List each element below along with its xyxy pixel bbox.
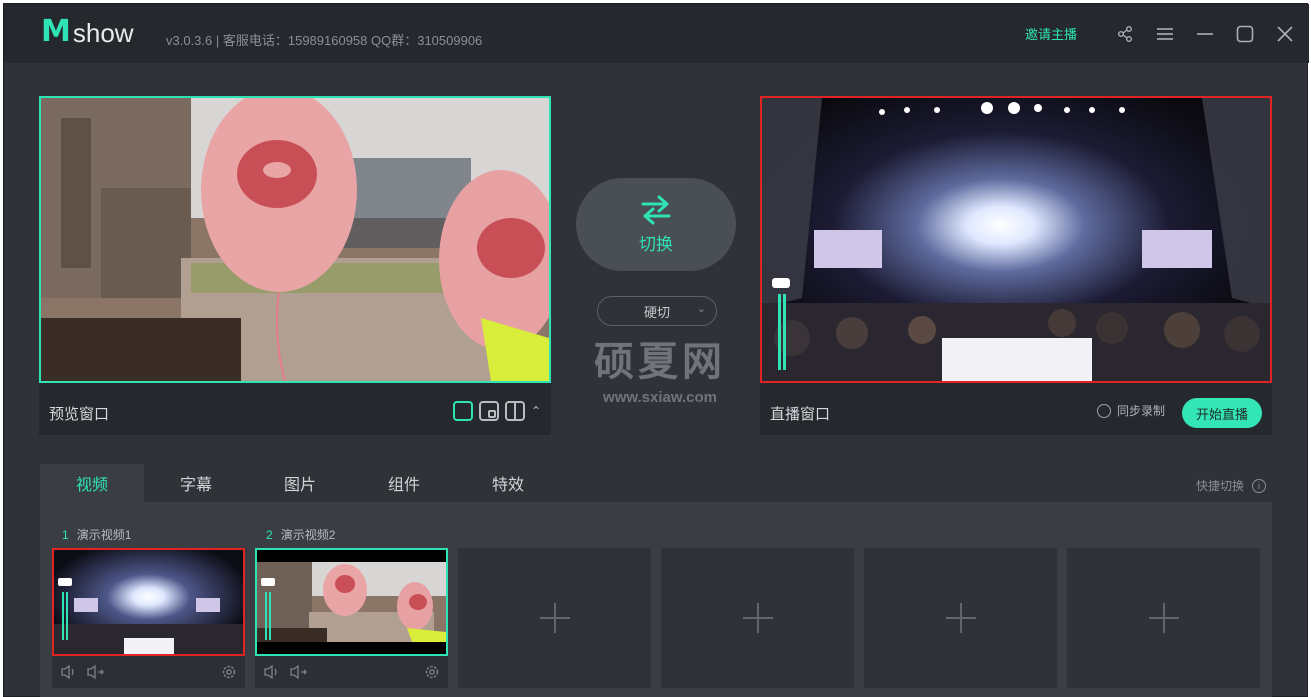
plus-icon xyxy=(1148,603,1179,633)
plus-icon xyxy=(945,603,976,633)
switch-label: 切换 xyxy=(639,235,673,254)
source-1-controls xyxy=(60,664,237,682)
switch-button[interactable]: 切换 xyxy=(576,178,736,271)
app-window: M show v3.0.3.6 | 客服电话：15989160958 QQ群：3… xyxy=(3,3,1309,697)
invite-host-link[interactable]: 邀请主播 xyxy=(1025,24,1077,43)
preview-panel: 预览窗口 ⌃ xyxy=(39,96,551,435)
source-tabs: 视频 字幕 图片 组件 特效 xyxy=(40,464,560,502)
source-card-2[interactable] xyxy=(255,548,448,688)
add-source-slot-6[interactable] xyxy=(1067,548,1260,688)
source-1-num: 1 xyxy=(62,528,69,542)
source-2-name: 演示视频2 xyxy=(280,528,336,542)
live-video[interactable] xyxy=(760,96,1272,383)
logo-m: M xyxy=(41,14,71,49)
sync-record-label: 同步录制 xyxy=(1117,404,1166,418)
source-2-label: 2 演示视频2 xyxy=(266,526,335,543)
close-icon[interactable] xyxy=(1265,14,1305,54)
source-1-thumbnail[interactable] xyxy=(52,548,245,656)
preview-label: 预览窗口 xyxy=(49,406,110,423)
speaker-output-icon[interactable] xyxy=(289,664,307,684)
speaker-icon[interactable] xyxy=(60,664,78,684)
logo-show: show xyxy=(72,18,134,48)
chevron-up-icon[interactable]: ⌃ xyxy=(531,404,541,418)
title-bar: M show v3.0.3.6 | 客服电话：15989160958 QQ群：3… xyxy=(4,4,1309,63)
app-logo: M show xyxy=(41,14,134,49)
volume-meter[interactable] xyxy=(772,278,790,370)
plus-icon xyxy=(539,603,570,633)
speaker-icon[interactable] xyxy=(263,664,281,684)
add-source-slot-4[interactable] xyxy=(661,548,854,688)
source-1-volume-meter xyxy=(58,578,72,642)
version-info: v3.0.3.6 | 客服电话：15989160958 QQ群：31050990… xyxy=(166,33,483,48)
watermark-small: www.sxiaw.com xyxy=(603,389,717,406)
source-2-thumbnail[interactable] xyxy=(255,548,448,656)
swap-icon xyxy=(641,195,671,225)
sync-record-option[interactable]: 同步录制 xyxy=(1097,402,1165,419)
tab-image[interactable]: 图片 xyxy=(248,464,352,502)
layout-full-icon[interactable] xyxy=(452,401,473,421)
layout-pip-icon[interactable] xyxy=(478,401,499,421)
preview-video[interactable] xyxy=(39,96,551,383)
info-icon[interactable]: i xyxy=(1252,478,1267,493)
source-2-controls xyxy=(263,664,440,682)
start-live-button[interactable]: 开始直播 xyxy=(1182,398,1262,428)
minimize-icon[interactable] xyxy=(1185,14,1225,54)
layout-switcher: ⌃ xyxy=(452,401,541,421)
plus-icon xyxy=(742,603,773,633)
watermark-big: 硕夏网 xyxy=(594,339,726,385)
title-actions: 邀请主播 xyxy=(1025,4,1309,63)
source-card-1[interactable] xyxy=(52,548,245,688)
tab-video[interactable]: 视频 xyxy=(40,464,144,502)
tab-widget[interactable]: 组件 xyxy=(352,464,456,502)
sync-record-radio[interactable] xyxy=(1097,403,1111,418)
settings-gear-icon[interactable] xyxy=(424,664,440,684)
layout-split-icon[interactable] xyxy=(504,401,525,421)
watermark: 硕夏网 www.sxiaw.com xyxy=(580,329,740,406)
speaker-output-icon[interactable] xyxy=(86,664,104,684)
quick-switch[interactable]: 快捷切换 i xyxy=(1196,477,1267,494)
transition-value: 硬切 xyxy=(643,304,670,320)
source-2-num: 2 xyxy=(266,528,273,542)
live-label: 直播窗口 xyxy=(770,406,831,423)
tab-effect[interactable]: 特效 xyxy=(456,464,560,502)
add-source-slot-3[interactable] xyxy=(458,548,651,688)
transition-select[interactable]: 硬切 ⌄ xyxy=(597,296,717,326)
quick-switch-label: 快捷切换 xyxy=(1196,479,1245,493)
source-1-name: 演示视频1 xyxy=(76,528,132,542)
share-icon[interactable] xyxy=(1105,14,1145,54)
source-2-volume-meter xyxy=(261,578,275,642)
live-panel: 直播窗口 xyxy=(760,96,1272,435)
add-source-slot-5[interactable] xyxy=(864,548,1057,688)
source-1-label: 1 演示视频1 xyxy=(62,526,131,543)
tab-subtitle[interactable]: 字幕 xyxy=(144,464,248,502)
source-grid: 1 演示视频1 2 演示视频2 xyxy=(40,502,1272,697)
menu-icon[interactable] xyxy=(1145,14,1185,54)
chevron-down-icon: ⌄ xyxy=(696,303,706,315)
maximize-icon[interactable] xyxy=(1225,14,1265,54)
settings-gear-icon[interactable] xyxy=(221,664,237,684)
